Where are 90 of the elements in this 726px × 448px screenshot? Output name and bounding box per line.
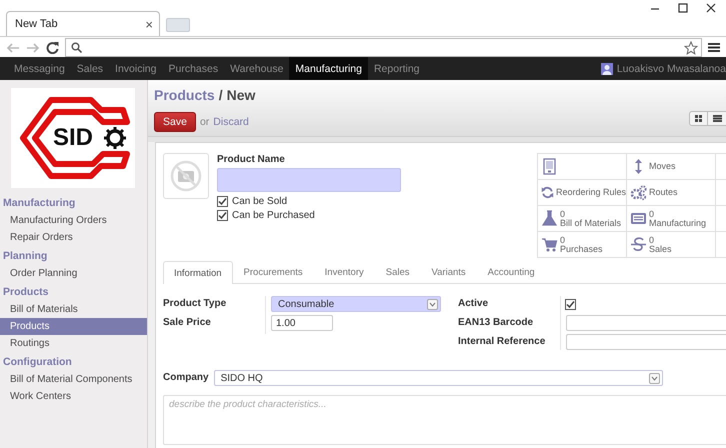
button-label: Sales: [649, 244, 672, 254]
field-label: Sale Price: [163, 316, 212, 330]
avatar-icon: [600, 62, 613, 74]
sidebar-item[interactable]: Bill of Materials: [0, 301, 147, 318]
form-tab[interactable]: Sales: [374, 261, 421, 283]
sidebar-item[interactable]: Routings: [0, 335, 147, 352]
count-text: 0: [649, 210, 656, 218]
maximize-icon[interactable]: [678, 3, 688, 13]
input-field[interactable]: [566, 334, 726, 350]
checkbox-label: Can be Sold: [232, 196, 288, 207]
save-button[interactable]: Save: [154, 112, 196, 132]
tab-title[interactable]: New Tab: [15, 18, 58, 30]
user-name[interactable]: Luoakisvo Mwasalanoa: [616, 62, 726, 74]
count-text: 0: [560, 210, 566, 218]
form-tab[interactable]: Inventory: [314, 261, 375, 283]
logo-text: SID: [53, 124, 94, 152]
sidebar-item[interactable]: Manufacturing Orders: [0, 212, 147, 229]
field-label: Product Name: [217, 154, 286, 165]
gears-icon: [630, 184, 647, 201]
phone-icon: [541, 158, 558, 175]
field-label: Internal Reference: [458, 335, 546, 349]
form-tab[interactable]: Procurements: [232, 261, 314, 283]
discard-link[interactable]: Discard: [213, 116, 249, 128]
input-field[interactable]: 1.00: [271, 315, 333, 331]
dropdown-caret-icon: [650, 376, 658, 380]
flask-icon: [541, 210, 558, 227]
form-tab[interactable]: Information: [163, 261, 233, 284]
breadcrumb-current: New: [226, 87, 256, 103]
nav-menu-item[interactable]: Sales: [70, 57, 110, 80]
nav-menu-item[interactable]: Reporting: [368, 57, 426, 80]
smart-button[interactable]: Routes: [627, 180, 716, 206]
reload-icon[interactable]: [46, 41, 59, 54]
count-text: 0: [649, 236, 656, 244]
smart-button[interactable]: 0 Manufacturing: [627, 206, 716, 232]
menu-section-title: Configuration: [2, 355, 73, 370]
select-field[interactable]: Consumable: [271, 296, 441, 312]
form-tab[interactable]: Accounting: [476, 261, 546, 283]
menu-icon[interactable]: [708, 42, 720, 53]
check-icon: [566, 300, 575, 308]
smart-button[interactable]: 0 Purchases: [538, 232, 627, 258]
field-label: Product Type: [163, 297, 228, 311]
star-icon[interactable]: [684, 40, 698, 54]
smart-button[interactable]: Moves: [627, 154, 716, 180]
field-label: Company: [163, 371, 209, 385]
or-text: or: [200, 116, 210, 128]
checkbox[interactable]: [217, 196, 228, 207]
dropdown-caret-icon: [429, 302, 436, 306]
menu-section-title: Planning: [2, 249, 48, 264]
sidebar-item[interactable]: Products: [0, 318, 147, 335]
nav-menu-item[interactable]: Manufacturing: [289, 57, 368, 80]
smart-button[interactable]: [538, 154, 627, 180]
checkbox[interactable]: [217, 210, 228, 221]
sidebar-item[interactable]: Bill of Material Components: [0, 371, 147, 388]
product-name-input[interactable]: [217, 168, 401, 192]
form-tab[interactable]: Variants: [420, 261, 477, 283]
button-label: Reordering Rules: [556, 188, 626, 197]
button-label: Routes: [649, 188, 678, 197]
close-icon[interactable]: [706, 3, 716, 13]
refresh-icon: [541, 184, 554, 201]
sidebar-item[interactable]: Order Planning: [0, 265, 147, 282]
nav-menu-item[interactable]: Warehouse: [224, 57, 290, 80]
search-icon: [71, 42, 82, 53]
field-label: Active: [458, 297, 490, 311]
menu-section-title: Manufacturing: [2, 196, 76, 211]
nav-menu-item[interactable]: Invoicing: [109, 57, 162, 80]
breadcrumb-separator: /: [218, 87, 223, 103]
smart-button[interactable]: Reordering Rules: [538, 180, 627, 206]
input-field[interactable]: [566, 315, 726, 331]
button-label: Moves: [649, 162, 676, 171]
breadcrumb-link[interactable]: Products: [154, 87, 215, 103]
sidebar-item[interactable]: Repair Orders: [0, 229, 147, 246]
checkbox-label: Can be Purchased: [232, 210, 315, 221]
nav-menu-item[interactable]: Purchases: [162, 57, 224, 80]
no-camera-icon: [169, 159, 203, 193]
monitor-icon: [630, 210, 647, 227]
button-label: Bill of Materials: [560, 218, 622, 228]
smart-button[interactable]: 0 Bill of Materials: [538, 206, 627, 232]
menu-section-title: Products: [2, 285, 50, 300]
checkbox[interactable]: [565, 298, 576, 310]
field-label: EAN13 Barcode: [458, 316, 534, 330]
count-text: 0: [560, 236, 566, 244]
cart-icon: [541, 236, 558, 253]
dollar-icon: [630, 236, 647, 253]
button-label: Purchases: [560, 244, 603, 254]
sidebar-item[interactable]: Work Centers: [0, 388, 147, 405]
select-field[interactable]: SIDO HQ: [214, 370, 663, 386]
nav-menu-item[interactable]: Messaging: [8, 57, 71, 80]
close-tab-button[interactable]: ×: [145, 16, 153, 32]
smart-button[interactable]: 0 Sales: [627, 232, 716, 258]
button-label: Manufacturing: [649, 218, 706, 228]
